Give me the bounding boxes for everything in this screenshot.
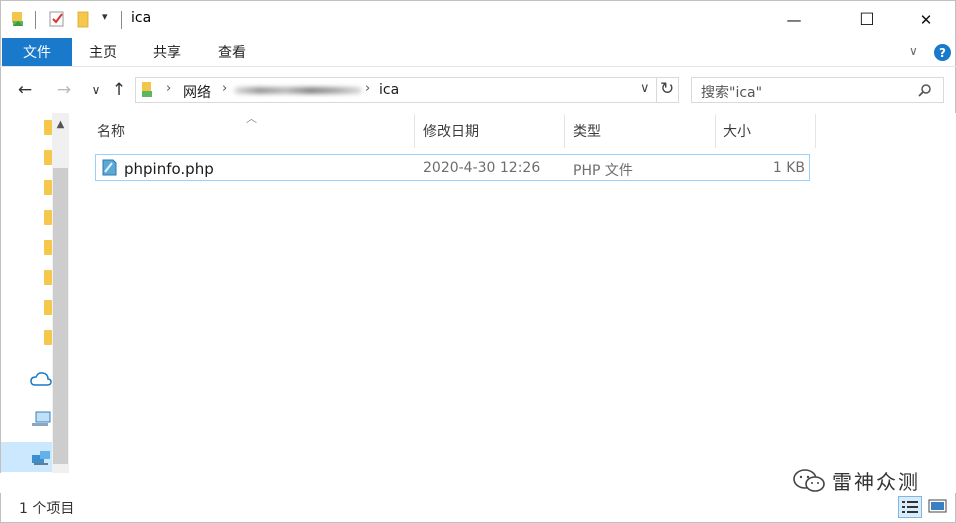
chevron-down-icon: ∨: [91, 83, 101, 97]
breadcrumb-network[interactable]: 网络: [183, 82, 211, 102]
address-dropdown-icon[interactable]: ∨: [640, 81, 650, 96]
column-header-name[interactable]: 名称: [97, 121, 125, 141]
separator: [35, 11, 36, 29]
folder-icon[interactable]: [44, 120, 52, 135]
maximize-icon: ☐: [859, 9, 875, 30]
scroll-up-icon[interactable]: ▲: [53, 116, 68, 132]
breadcrumb-separator[interactable]: ›: [365, 81, 370, 96]
details-view-icon: [902, 501, 918, 513]
column-divider[interactable]: [815, 114, 816, 148]
network-folder-icon: [142, 82, 152, 97]
refresh-icon[interactable]: ↻: [660, 79, 674, 99]
back-arrow-icon: ←: [17, 80, 33, 100]
large-icons-view-icon: [928, 499, 947, 513]
expand-ribbon-chevron-icon[interactable]: ∨: [909, 44, 918, 58]
file-size: 1 KB: [772, 160, 805, 176]
sort-ascending-icon: ︿: [246, 112, 257, 125]
recent-locations-button[interactable]: ∨: [85, 79, 107, 101]
forward-arrow-icon: →: [56, 80, 72, 100]
file-name[interactable]: phpinfo.php: [124, 160, 214, 178]
search-box[interactable]: 搜索"ica": [691, 77, 944, 103]
watermark: 雷神众测: [792, 466, 920, 495]
back-button[interactable]: ←: [14, 79, 36, 101]
folder-icon[interactable]: [44, 210, 52, 225]
ribbon-tabs: 文件 主页 共享 查看 ∨ ?: [0, 38, 956, 67]
folder-icon[interactable]: [44, 270, 52, 285]
window-title: ica: [131, 10, 152, 26]
close-icon: ✕: [919, 10, 933, 29]
column-header-modified[interactable]: 修改日期: [423, 121, 479, 141]
title-bar: ▾ ica — ☐ ✕: [0, 0, 956, 38]
search-icon[interactable]: [918, 83, 932, 97]
item-count: 1 个项目: [19, 501, 75, 517]
search-input[interactable]: 搜索"ica": [701, 82, 762, 102]
scrollbar-thumb[interactable]: [53, 168, 68, 464]
breadcrumb-separator[interactable]: ›: [166, 81, 171, 96]
large-icons-view-button[interactable]: [926, 496, 950, 518]
tab-file[interactable]: 文件: [2, 38, 72, 66]
breadcrumb-separator[interactable]: ›: [222, 81, 227, 96]
new-folder-icon[interactable]: [74, 10, 92, 28]
separator: [656, 78, 657, 102]
forward-button[interactable]: →: [53, 79, 75, 101]
address-bar[interactable]: › 网络 › › ica ∨ ↻: [135, 77, 679, 103]
customize-toolbar-dropdown[interactable]: ▾: [102, 10, 108, 23]
column-divider[interactable]: [414, 114, 415, 148]
check-properties-icon[interactable]: [48, 10, 66, 28]
navigation-bar: ← → ∨ ↑ › 网络 › › ica ∨ ↻ 搜索"ica": [0, 67, 956, 113]
redacted-host: [234, 87, 362, 94]
breadcrumb-ica[interactable]: ica: [379, 82, 399, 98]
tab-view[interactable]: 查看: [218, 38, 246, 66]
column-header-size[interactable]: 大小: [723, 121, 751, 141]
tab-share[interactable]: 共享: [153, 38, 181, 66]
folder-icon[interactable]: [44, 300, 52, 315]
file-modified: 2020-4-30 12:26: [423, 160, 541, 176]
details-view-button[interactable]: [898, 496, 922, 518]
wechat-icon: [793, 468, 825, 492]
folder-icon[interactable]: [44, 240, 52, 255]
up-button[interactable]: ↑: [108, 79, 130, 101]
tab-home[interactable]: 主页: [89, 38, 117, 66]
column-divider[interactable]: [715, 114, 716, 148]
table-row[interactable]: phpinfo.php 2020-4-30 12:26 PHP 文件 1 KB: [95, 154, 810, 181]
minimize-icon: —: [786, 10, 802, 29]
minimize-button[interactable]: —: [771, 1, 817, 38]
close-button[interactable]: ✕: [903, 1, 949, 38]
network-icon: [32, 451, 50, 465]
watermark-text: 雷神众测: [832, 470, 920, 494]
php-file-icon: [102, 159, 117, 176]
status-bar: 1 个项目: [0, 493, 956, 523]
onedrive-cloud-icon[interactable]: [30, 370, 52, 388]
column-header-type[interactable]: 类型: [573, 121, 601, 141]
properties-icon[interactable]: [9, 10, 27, 28]
folder-icon[interactable]: [44, 330, 52, 345]
file-type: PHP 文件: [573, 163, 633, 179]
maximize-button[interactable]: ☐: [844, 1, 890, 38]
up-arrow-icon: ↑: [111, 80, 127, 100]
column-divider[interactable]: [564, 114, 565, 148]
this-pc-icon[interactable]: [30, 410, 52, 428]
separator: [121, 11, 122, 29]
help-icon[interactable]: ?: [934, 44, 951, 61]
folder-icon[interactable]: [44, 150, 52, 165]
folder-icon[interactable]: [44, 180, 52, 195]
